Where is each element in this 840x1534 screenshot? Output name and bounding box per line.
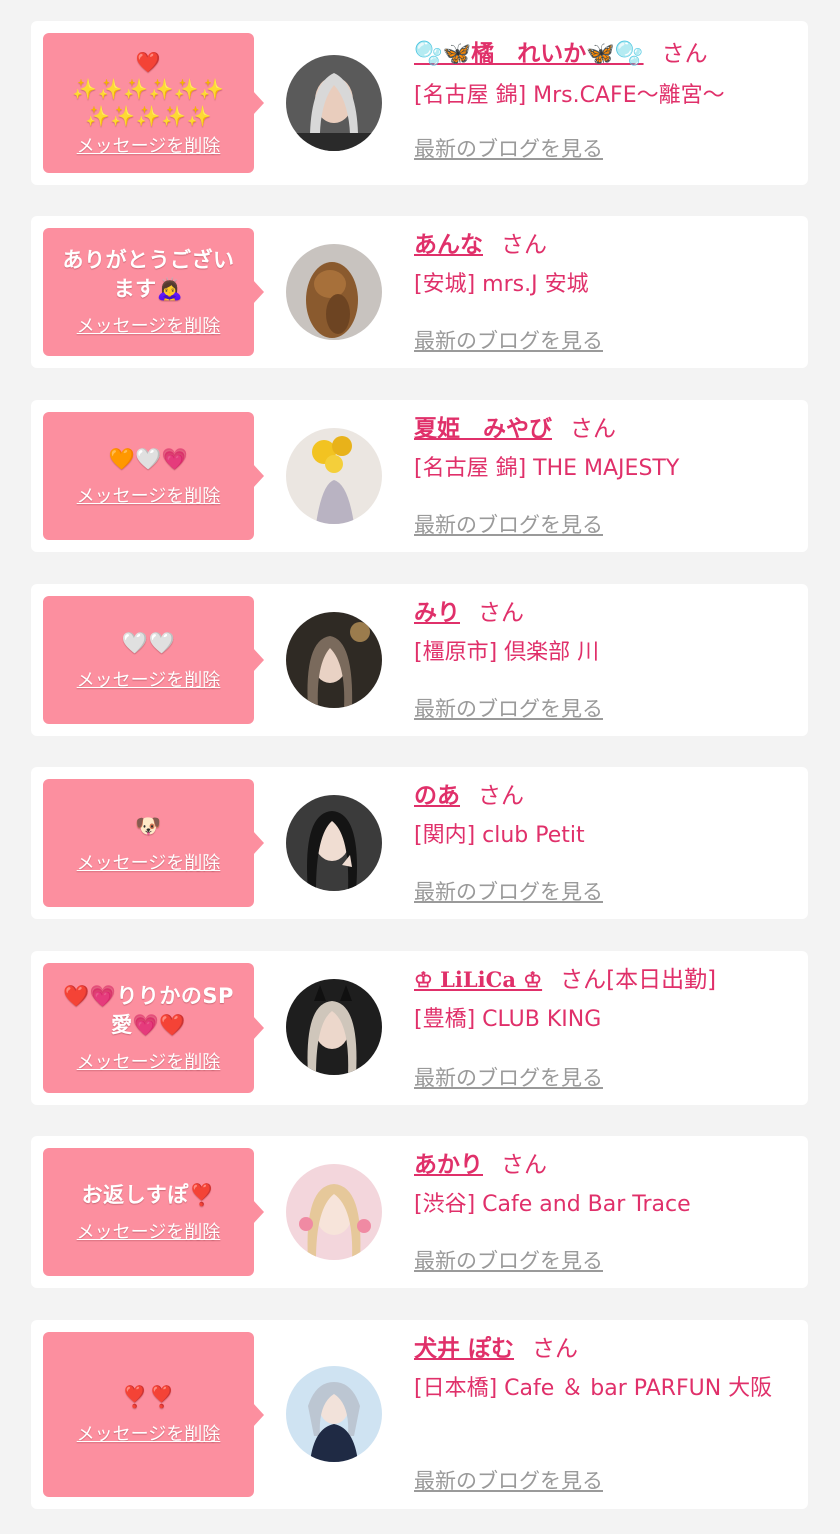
message-text: ❤️💗りりかのSP愛💗❤️ — [63, 984, 234, 1037]
profile-info: 夏姫 みやび さん [名古屋 錦] THE MAJESTY 最新のブログを見る — [414, 414, 794, 537]
cast-name-link[interactable]: のあ — [414, 783, 460, 809]
avatar[interactable] — [286, 1366, 382, 1462]
delete-message-link[interactable]: メッセージを削除 — [77, 1218, 221, 1244]
cast-name-link[interactable]: みり — [414, 600, 460, 626]
delete-message-link[interactable]: メッセージを削除 — [77, 666, 221, 692]
blog-link[interactable]: 最新のブログを見る — [414, 133, 603, 163]
message-card: 🐶 メッセージを削除 のあ さん [関内] club Petit 最新のブログを見… — [31, 767, 808, 919]
honorific: さん — [560, 967, 607, 993]
honorific: さん — [478, 783, 524, 809]
honorific: さん — [501, 1152, 547, 1178]
blog-link[interactable]: 最新のブログを見る — [414, 693, 603, 723]
status-tag: [本日出勤] — [606, 967, 717, 993]
avatar[interactable] — [286, 1164, 382, 1260]
message-text: 🐶 — [135, 813, 162, 838]
message-card: ❤️ ✨✨✨✨✨✨ ✨✨✨✨✨ メッセージを削除 🫧🦋橘 れいか🦋🫧 さん [名古… — [31, 21, 808, 185]
blog-link[interactable]: 最新のブログを見る — [414, 1062, 603, 1092]
delete-message-link[interactable]: メッセージを削除 — [77, 482, 221, 508]
delete-message-link[interactable]: メッセージを削除 — [77, 849, 221, 875]
shop-label: [日本橋] Cafe ＆ bar PARFUN 大阪 — [414, 1376, 773, 1401]
message-bubble: ❤️ ✨✨✨✨✨✨ ✨✨✨✨✨ メッセージを削除 — [43, 33, 264, 173]
profile-info: あかり さん [渋谷] Cafe and Bar Trace 最新のブログを見る — [414, 1150, 794, 1273]
message-bubble: 🤍🤍 メッセージを削除 — [43, 596, 264, 724]
cast-name-link[interactable]: あんな — [414, 232, 483, 258]
honorific: さん — [661, 41, 708, 67]
message-text: ❤️ ✨✨✨✨✨✨ ✨✨✨✨✨ — [72, 49, 225, 128]
profile-info: ♔ LiLiCa ♔ さん[本日出勤] [豊橋] CLUB KING 最新のブログ… — [414, 965, 794, 1090]
honorific: さん — [532, 1336, 579, 1362]
message-bubble: ありがとうございます🙇‍♀️ メッセージを削除 — [43, 228, 264, 356]
avatar[interactable] — [286, 428, 382, 524]
shop-label: [名古屋 錦] THE MAJESTY — [414, 456, 680, 481]
cast-name-link[interactable]: あかり — [414, 1152, 483, 1178]
delete-message-link[interactable]: メッセージを削除 — [77, 312, 221, 338]
message-text: ありがとうございます🙇‍♀️ — [62, 248, 235, 301]
profile-info: あんな さん [安城] mrs.J 安城 最新のブログを見る — [414, 230, 794, 353]
shop-label: [橿原市] 倶楽部 川 — [414, 640, 600, 665]
avatar[interactable] — [286, 244, 382, 340]
message-text: お返しすぽ❣️ — [81, 1182, 216, 1207]
message-text: 🤍🤍 — [121, 630, 176, 655]
cast-name-link[interactable]: ♔ LiLiCa ♔ — [414, 967, 542, 992]
profile-info: 犬井 ぽむ さん [日本橋] Cafe ＆ bar PARFUN 大阪 最新のブロ… — [414, 1334, 794, 1493]
avatar[interactable] — [286, 979, 382, 1075]
delete-message-link[interactable]: メッセージを削除 — [77, 1420, 221, 1446]
shop-label: [渋谷] Cafe and Bar Trace — [414, 1192, 691, 1217]
profile-info: みり さん [橿原市] 倶楽部 川 最新のブログを見る — [414, 598, 794, 721]
avatar[interactable] — [286, 612, 382, 708]
blog-link[interactable]: 最新のブログを見る — [414, 1245, 603, 1275]
honorific: さん — [478, 600, 524, 626]
message-card: ありがとうございます🙇‍♀️ メッセージを削除 あんな さん [安城] mrs.J… — [31, 216, 808, 368]
message-bubble: 🐶 メッセージを削除 — [43, 779, 264, 907]
message-bubble: ❤️💗りりかのSP愛💗❤️ メッセージを削除 — [43, 963, 264, 1093]
cast-name-link[interactable]: 夏姫 みやび — [414, 416, 552, 442]
shop-label: [名古屋 錦] Mrs.CAFE～離宮～ — [414, 83, 725, 108]
message-bubble: 🧡🤍💗 メッセージを削除 — [43, 412, 264, 540]
message-card: 🤍🤍 メッセージを削除 みり さん [橿原市] 倶楽部 川 最新のブログを見る — [31, 584, 808, 736]
avatar[interactable] — [286, 795, 382, 891]
message-card: お返しすぽ❣️ メッセージを削除 あかり さん [渋谷] Cafe and Bar… — [31, 1136, 808, 1288]
cast-name-link[interactable]: 🫧🦋橘 れいか🦋🫧 — [414, 41, 644, 67]
blog-link[interactable]: 最新のブログを見る — [414, 876, 603, 906]
message-text: 🧡🤍💗 — [108, 446, 189, 471]
avatar[interactable] — [286, 55, 382, 151]
message-card: ❣️❣️ メッセージを削除 犬井 ぽむ さん [日本橋] Cafe ＆ bar P… — [31, 1320, 808, 1509]
honorific: さん — [501, 232, 547, 258]
shop-label: [豊橋] CLUB KING — [414, 1007, 602, 1032]
honorific: さん — [570, 416, 616, 442]
profile-info: 🫧🦋橘 れいか🦋🫧 さん [名古屋 錦] Mrs.CAFE～離宮～ 最新のブログを… — [414, 39, 794, 161]
message-bubble: お返しすぽ❣️ メッセージを削除 — [43, 1148, 264, 1276]
shop-label: [関内] club Petit — [414, 823, 585, 848]
delete-message-link[interactable]: メッセージを削除 — [77, 132, 221, 158]
blog-link[interactable]: 最新のブログを見る — [414, 325, 603, 355]
shop-label: [安城] mrs.J 安城 — [414, 272, 589, 297]
cast-name-link[interactable]: 犬井 ぽむ — [414, 1336, 514, 1362]
profile-info: のあ さん [関内] club Petit 最新のブログを見る — [414, 781, 794, 904]
message-card: 🧡🤍💗 メッセージを削除 夏姫 みやび さん [名古屋 錦] THE MAJEST… — [31, 400, 808, 552]
blog-link[interactable]: 最新のブログを見る — [414, 509, 603, 539]
message-bubble: ❣️❣️ メッセージを削除 — [43, 1332, 264, 1497]
message-text: ❣️❣️ — [121, 1385, 176, 1409]
message-card: ❤️💗りりかのSP愛💗❤️ メッセージを削除 ♔ LiLiCa ♔ さん[本日出勤… — [31, 951, 808, 1105]
blog-link[interactable]: 最新のブログを見る — [414, 1465, 603, 1495]
delete-message-link[interactable]: メッセージを削除 — [77, 1048, 221, 1074]
